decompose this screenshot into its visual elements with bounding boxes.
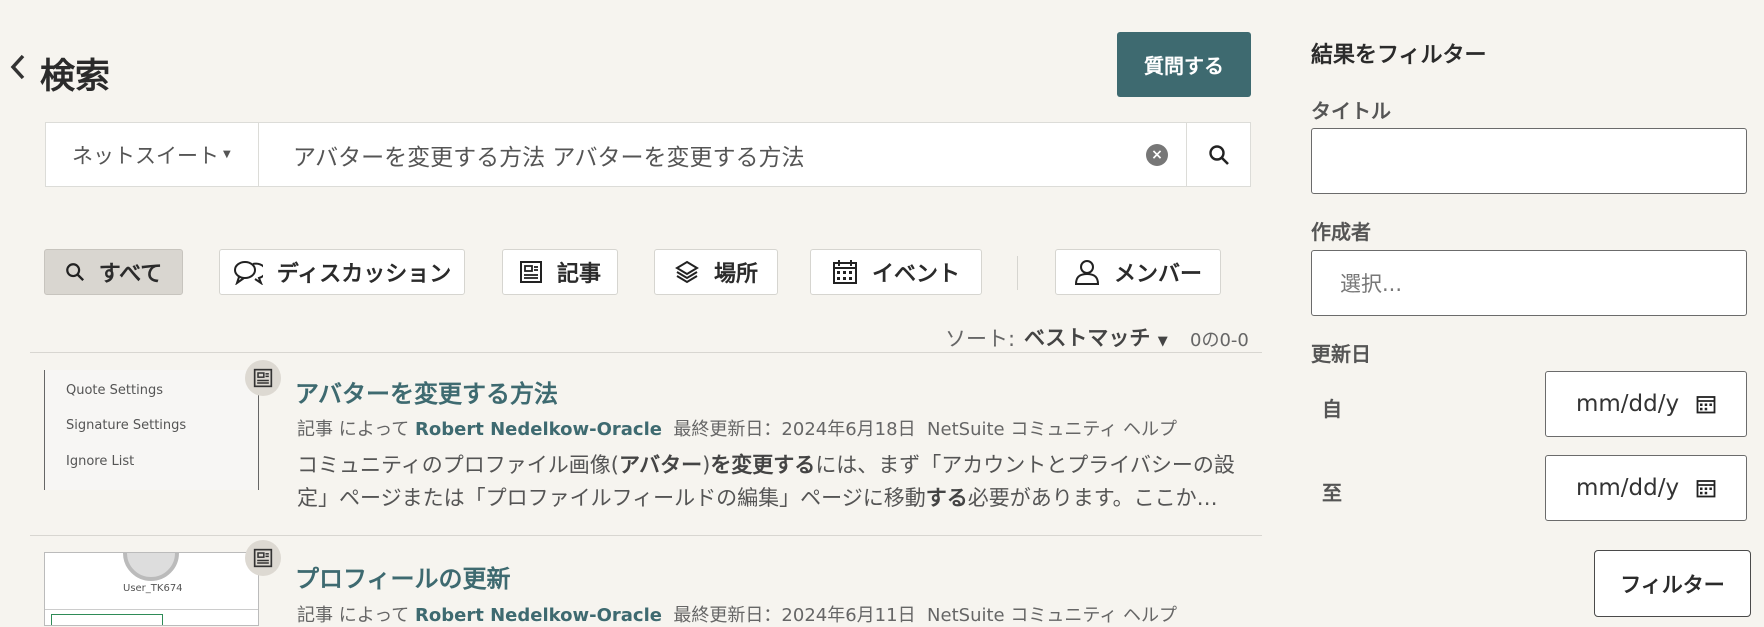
- thumbnail-box: [51, 614, 163, 625]
- result-type: 記事: [297, 605, 333, 626]
- search-icon: [1209, 144, 1229, 165]
- ask-question-button[interactable]: 質問する: [1117, 32, 1251, 97]
- article-type-badge: [245, 540, 281, 576]
- tab-members[interactable]: メンバー: [1055, 249, 1221, 295]
- author-link[interactable]: Robert Nedelkow-Oracle: [415, 419, 662, 440]
- discussion-icon: [233, 261, 263, 285]
- tab-label: 場所: [713, 262, 758, 287]
- date-placeholder: mm/dd/y: [1576, 475, 1680, 501]
- search-bar: ネットスイート ▼ アバターを変更する方法 アバターを変更する方法 ×: [45, 122, 1251, 187]
- result-type: 記事: [297, 419, 333, 440]
- divider: [30, 535, 1262, 536]
- author-filter-select[interactable]: 選択...: [1311, 250, 1747, 316]
- calendar-icon[interactable]: [1696, 478, 1716, 498]
- title-filter-label: タイトル: [1311, 99, 1391, 123]
- clear-search-icon[interactable]: ×: [1146, 144, 1168, 166]
- search-button[interactable]: [1186, 123, 1251, 186]
- tab-discussions[interactable]: ディスカッション: [219, 249, 465, 295]
- result-title-link[interactable]: アバターを変更する方法: [295, 374, 558, 409]
- calendar-icon: [832, 260, 857, 284]
- result-thumbnail: User_TK674: [44, 552, 259, 626]
- date-from-label: 自: [1322, 397, 1342, 421]
- author-link[interactable]: Robert Nedelkow-Oracle: [415, 605, 662, 626]
- result-meta: 記事 によって Robert Nedelkow-Oracle 最終更新日：202…: [297, 601, 1177, 627]
- article-icon: [253, 548, 273, 568]
- author-filter-label: 作成者: [1311, 220, 1371, 244]
- sort-value: ベストマッチ: [1024, 326, 1151, 350]
- chevron-left-icon: [10, 54, 25, 80]
- date-placeholder: mm/dd/y: [1576, 391, 1680, 417]
- date-to-input[interactable]: mm/dd/y: [1545, 455, 1747, 521]
- result-snippet: コミュニティのプロファイル画像(アバター)を変更するには、まず「アカウントとプラ…: [297, 453, 1235, 510]
- article-type-badge: [245, 360, 281, 396]
- article-icon: [519, 261, 542, 283]
- tab-all[interactable]: すべて: [44, 249, 183, 295]
- filter-heading: 結果をフィルター: [1311, 43, 1487, 68]
- tab-label: イベント: [871, 262, 960, 287]
- result-by: によって: [338, 419, 410, 440]
- search-icon: [65, 263, 84, 282]
- caret-down-icon: ▼: [223, 149, 231, 160]
- search-input[interactable]: アバターを変更する方法 アバターを変更する方法: [259, 123, 1229, 186]
- apply-filter-button[interactable]: フィルター: [1594, 550, 1751, 617]
- thumbnail-line: [44, 370, 45, 490]
- search-scope-dropdown[interactable]: ネットスイート ▼: [46, 123, 259, 186]
- thumbnail-text: Signature Settings: [66, 418, 187, 433]
- avatar: [123, 553, 179, 581]
- page-title: 検索: [40, 57, 111, 97]
- tab-divider: [1017, 256, 1018, 290]
- back-button[interactable]: [6, 50, 30, 84]
- thumbnail-user: User_TK674: [123, 583, 183, 594]
- result-title-link[interactable]: プロフィールの更新: [295, 559, 511, 594]
- user-icon: [1074, 260, 1099, 285]
- result-thumbnail: Quote Settings Signature Settings Ignore…: [44, 370, 259, 490]
- result-meta: 記事 によって Robert Nedelkow-Oracle 最終更新日：202…: [297, 415, 1177, 441]
- caret-down-icon: ▼: [1157, 334, 1168, 349]
- calendar-icon[interactable]: [1696, 394, 1716, 414]
- tab-events[interactable]: イベント: [810, 249, 982, 295]
- date-from-input[interactable]: mm/dd/y: [1545, 371, 1747, 437]
- title-filter-input[interactable]: [1311, 128, 1747, 194]
- place-name: NetSuite コミュニティ ヘルプ: [927, 605, 1177, 626]
- updated-date: 最終更新日：2024年6月11日: [673, 605, 916, 626]
- thumbnail-text: Ignore List: [66, 454, 135, 469]
- updated-filter-label: 更新日: [1311, 342, 1371, 366]
- divider: [30, 352, 1262, 353]
- sort-label: ソート:: [945, 327, 1016, 351]
- tab-label: すべて: [98, 262, 163, 287]
- sort-dropdown[interactable]: ベストマッチ ▼: [1024, 322, 1168, 352]
- tab-label: 記事: [556, 262, 601, 287]
- date-to-label: 至: [1322, 481, 1342, 505]
- thumbnail-line: [45, 609, 258, 610]
- article-icon: [253, 368, 273, 388]
- tab-places[interactable]: 場所: [654, 249, 778, 295]
- result-count: 0の0-0: [1190, 330, 1249, 351]
- scope-label: ネットスイート: [72, 143, 219, 168]
- tab-label: メンバー: [1113, 262, 1202, 287]
- updated-date: 最終更新日：2024年6月18日: [673, 419, 916, 440]
- thumbnail-text: Quote Settings: [66, 383, 163, 398]
- result-by: によって: [338, 605, 410, 626]
- place-name: NetSuite コミュニティ ヘルプ: [927, 419, 1177, 440]
- tab-articles[interactable]: 記事: [502, 249, 618, 295]
- layers-icon: [675, 260, 699, 284]
- tab-label: ディスカッション: [276, 262, 452, 287]
